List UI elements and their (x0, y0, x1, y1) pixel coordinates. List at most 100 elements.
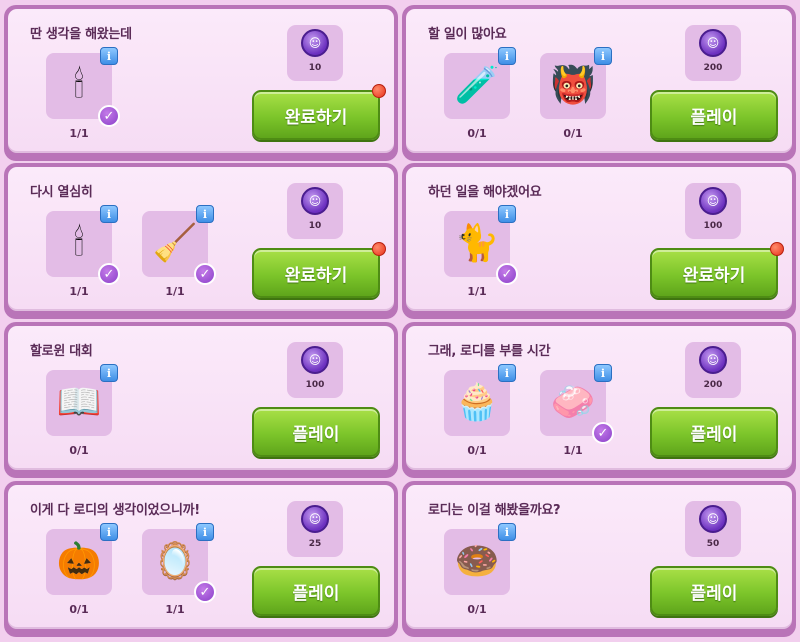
item-slot: 🕯 i ✓ (46, 205, 120, 285)
quest-item: 🕯 i ✓ 1/1 (46, 47, 120, 140)
quest-card: 이게 다 로디의 생각이었으니까! 🎃 i 0/1 🪞 i ✓ 1/1 ☺ 25 플레이 (4, 481, 398, 637)
pumpkin-icon: 🎃 (56, 541, 102, 582)
notification-dot-icon (372, 242, 386, 256)
reward-amount: 100 (703, 221, 723, 231)
info-icon[interactable]: i (498, 523, 516, 541)
reward-box: ☺ 200 (685, 25, 741, 81)
quest-card: 그래, 로디를 부를 시간 🧁 i 0/1 🧼 i ✓ 1/1 ☺ 200 플레이 (402, 322, 796, 478)
purple-coin-icon: ☺ (301, 346, 329, 374)
play-button[interactable]: 플레이 (650, 90, 778, 140)
info-icon[interactable]: i (594, 47, 612, 65)
quest-item: 🪞 i ✓ 1/1 (142, 523, 216, 616)
quest-title: 그래, 로디를 부를 시간 (428, 344, 551, 359)
purple-coin-icon: ☺ (301, 187, 329, 215)
button-label: 완료하기 (284, 265, 348, 286)
quest-item: 🎃 i 0/1 (46, 523, 118, 616)
button-label: 완료하기 (284, 107, 348, 128)
info-icon[interactable]: i (100, 205, 118, 223)
item-progress: 1/1 (165, 603, 185, 616)
quest-card: 할로윈 대회 📖 i 0/1 ☺ 100 플레이 (4, 322, 398, 478)
item-progress: 0/1 (467, 127, 487, 140)
quest-card-panel: 딴 생각을 해왔는데 🕯 i ✓ 1/1 ☺ 10 완료하기 (8, 9, 394, 153)
item-slot: 🧁 i (444, 364, 516, 436)
item-slot: 🕯 i ✓ (46, 47, 120, 127)
candelabra-icon: 🕯 (73, 65, 85, 106)
quest-card-panel: 로디는 이걸 해봤을까요? 🍩 i 0/1 ☺ 50 플레이 (406, 485, 792, 629)
item-progress: 1/1 (69, 127, 89, 140)
button-label: 플레이 (292, 583, 340, 604)
quest-card-panel: 다시 열심히 🕯 i ✓ 1/1 🧹 i ✓ 1/1 ☺ 10 완료하기 (8, 167, 394, 311)
quest-item: 📖 i 0/1 (46, 364, 118, 457)
item-progress: 1/1 (563, 444, 583, 457)
spell-book-icon: 📖 (56, 382, 102, 423)
info-icon[interactable]: i (196, 205, 214, 223)
quest-item: 🐈 i ✓ 1/1 (444, 205, 518, 298)
reward-box: ☺ 50 (685, 501, 741, 557)
purple-coin-icon: ☺ (699, 346, 727, 374)
quest-item: 🧁 i 0/1 (444, 364, 516, 457)
quest-card: 다시 열심히 🕯 i ✓ 1/1 🧹 i ✓ 1/1 ☺ 10 완료하기 (4, 163, 398, 319)
quest-card-panel: 할로윈 대회 📖 i 0/1 ☺ 100 플레이 (8, 326, 394, 470)
reward-box: ☺ 10 (287, 25, 343, 81)
reward-box: ☺ 100 (287, 342, 343, 398)
quest-item: 🍩 i 0/1 (444, 523, 516, 616)
info-icon[interactable]: i (498, 47, 516, 65)
item-slot: 📖 i (46, 364, 118, 436)
quest-item: 🧪 i 0/1 (444, 47, 516, 140)
quest-title: 이게 다 로디의 생각이었으니까! (30, 503, 200, 518)
info-icon[interactable]: i (498, 205, 516, 223)
quest-title: 딴 생각을 해왔는데 (30, 27, 132, 42)
button-label: 완료하기 (682, 265, 746, 286)
complete-button[interactable]: 완료하기 (252, 84, 386, 140)
play-button[interactable]: 플레이 (252, 566, 380, 616)
devil-mask-icon: 👹 (550, 65, 596, 106)
item-slot: 🎃 i (46, 523, 118, 595)
item-slot: 🧪 i (444, 47, 516, 119)
candle-holder-icon: 🕯 (73, 223, 85, 264)
info-icon[interactable]: i (100, 47, 118, 65)
reward-amount: 25 (308, 539, 322, 549)
item-progress: 0/1 (467, 444, 487, 457)
play-button[interactable]: 플레이 (252, 407, 380, 457)
spiderweb-donut-icon: 🍩 (454, 541, 500, 582)
purple-coin-icon: ☺ (301, 29, 329, 57)
quest-title: 다시 열심히 (30, 185, 93, 200)
reward-box: ☺ 10 (287, 183, 343, 239)
item-slot: 👹 i (540, 47, 612, 119)
play-button[interactable]: 플레이 (650, 566, 778, 616)
item-progress: 1/1 (165, 285, 185, 298)
quest-card-panel: 하던 일을 해야겠어요 🐈 i ✓ 1/1 ☺ 100 완료하기 (406, 167, 792, 311)
info-icon[interactable]: i (196, 523, 214, 541)
button-label: 플레이 (690, 107, 738, 128)
button-label: 플레이 (292, 424, 340, 445)
item-progress: 1/1 (69, 285, 89, 298)
checkmark-icon: ✓ (194, 263, 216, 285)
notification-dot-icon (770, 242, 784, 256)
quest-card: 하던 일을 해야겠어요 🐈 i ✓ 1/1 ☺ 100 완료하기 (402, 163, 796, 319)
checkmark-icon: ✓ (496, 263, 518, 285)
info-icon[interactable]: i (100, 364, 118, 382)
reward-amount: 200 (703, 63, 723, 73)
quest-card: 로디는 이걸 해봤을까요? 🍩 i 0/1 ☺ 50 플레이 (402, 481, 796, 637)
checkmark-icon: ✓ (98, 263, 120, 285)
soap-bar-icon: 🧼 (550, 382, 596, 423)
play-button[interactable]: 플레이 (650, 407, 778, 457)
potion-icon: 🧪 (454, 65, 500, 106)
reward-box: ☺ 200 (685, 342, 741, 398)
info-icon[interactable]: i (498, 364, 516, 382)
notification-dot-icon (372, 84, 386, 98)
quest-card: 딴 생각을 해왔는데 🕯 i ✓ 1/1 ☺ 10 완료하기 (4, 5, 398, 161)
complete-button[interactable]: 완료하기 (252, 242, 386, 298)
quest-title: 하던 일을 해야겠어요 (428, 185, 542, 200)
complete-button[interactable]: 완료하기 (650, 242, 784, 298)
item-slot: 🧼 i ✓ (540, 364, 614, 444)
quest-item: 🧹 i ✓ 1/1 (142, 205, 216, 298)
quest-card-panel: 할 일이 많아요 🧪 i 0/1 👹 i 0/1 ☺ 200 플레이 (406, 9, 792, 153)
reward-box: ☺ 100 (685, 183, 741, 239)
reward-amount: 10 (308, 63, 322, 73)
quest-item: 🕯 i ✓ 1/1 (46, 205, 120, 298)
info-icon[interactable]: i (594, 364, 612, 382)
info-icon[interactable]: i (100, 523, 118, 541)
quest-card: 할 일이 많아요 🧪 i 0/1 👹 i 0/1 ☺ 200 플레이 (402, 5, 796, 161)
item-slot: 🍩 i (444, 523, 516, 595)
